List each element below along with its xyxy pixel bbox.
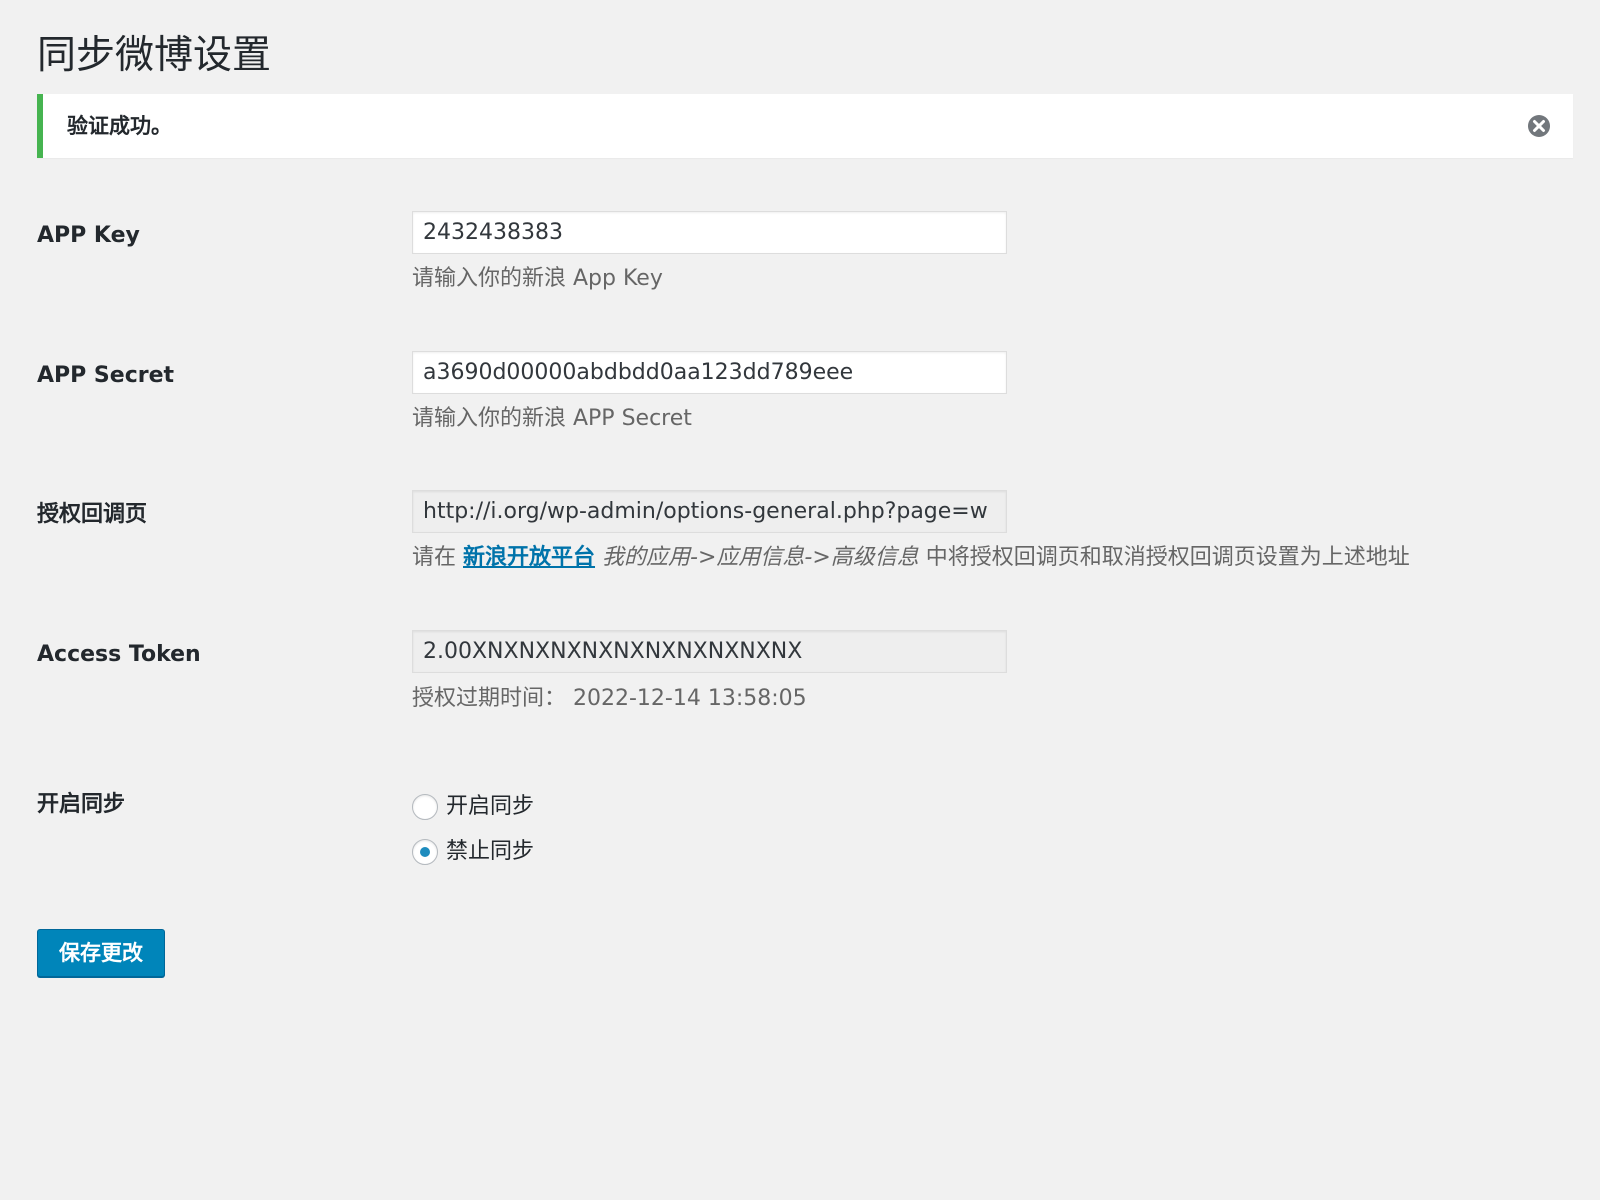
app-key-description: 请输入你的新浪 App Key [412,266,663,291]
weibo-open-platform-link[interactable]: 新浪开放平台 [463,545,595,570]
sync-enable-radio[interactable] [412,794,438,820]
sync-enable-option[interactable]: 开启同步 [412,792,534,822]
sync-label: 开启同步 [37,792,126,817]
save-changes-button[interactable]: 保存更改 [37,929,165,977]
sync-disable-radio[interactable] [412,839,438,865]
access-token-input[interactable] [412,630,1007,673]
notice-dismiss-button[interactable] [1527,114,1551,138]
app-key-input[interactable] [412,211,1007,254]
callback-url-input[interactable] [412,490,1007,533]
success-notice: 验证成功。 [37,94,1573,158]
page-title: 同步微博设置 [37,33,272,78]
callback-description: 请在 新浪开放平台 我的应用->应用信息->高级信息 中将授权回调页和取消授权回… [412,543,1410,573]
token-expiry-description: 授权过期时间： 2022-12-14 13:58:05 [412,686,807,711]
sync-disable-label: 禁止同步 [446,839,535,864]
access-token-label: Access Token [37,642,201,667]
sync-enable-label: 开启同步 [446,794,535,819]
sync-disable-option[interactable]: 禁止同步 [412,837,534,867]
app-secret-label: APP Secret [37,363,175,388]
app-secret-description: 请输入你的新浪 APP Secret [412,406,692,431]
callback-description-path: 我的应用->应用信息->高级信息 [602,545,919,570]
callback-description-prefix: 请在 [412,545,463,570]
callback-label: 授权回调页 [37,502,148,527]
app-key-label: APP Key [37,223,140,248]
callback-description-suffix: 中将授权回调页和取消授权回调页设置为上述地址 [918,545,1410,570]
close-circle-icon [1528,115,1550,137]
app-secret-input[interactable] [412,351,1007,394]
notice-message: 验证成功。 [67,114,172,138]
